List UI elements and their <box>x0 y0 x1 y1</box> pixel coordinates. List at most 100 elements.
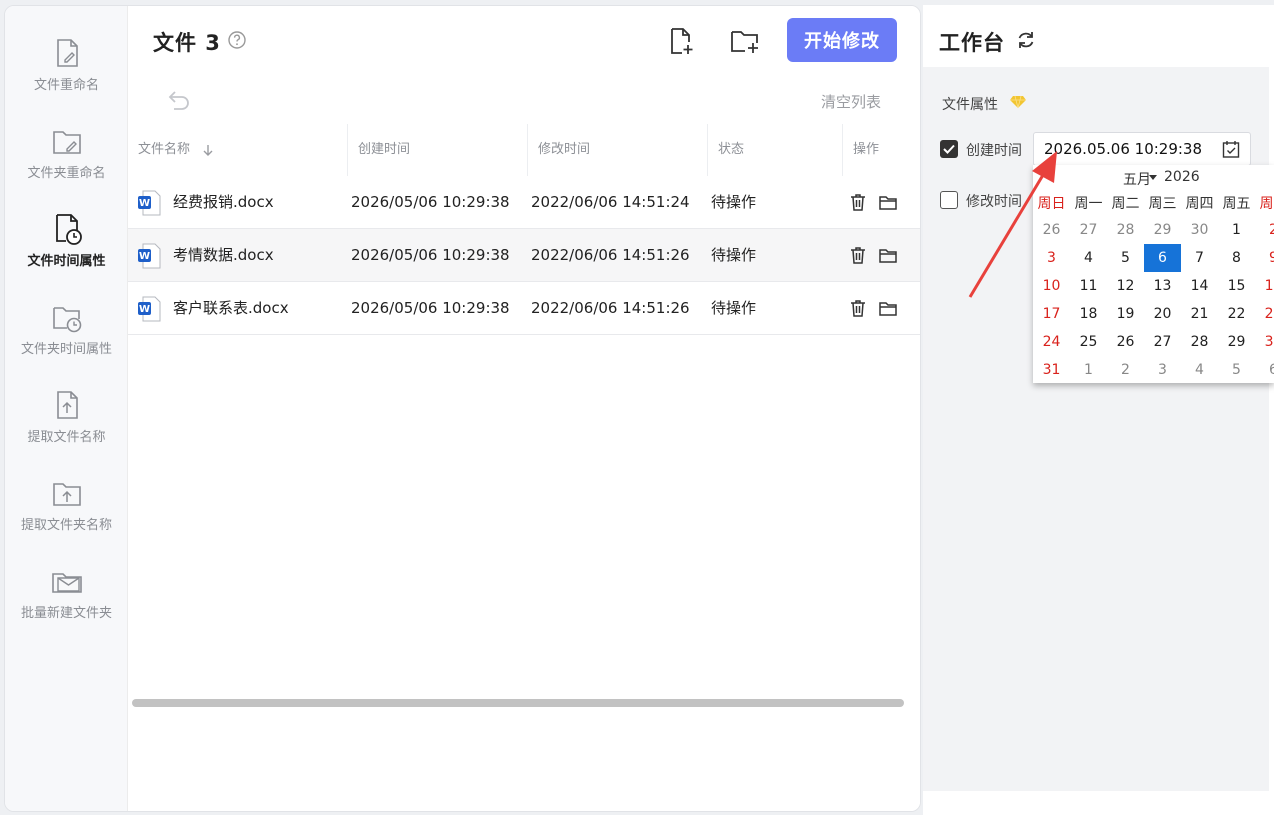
help-icon[interactable] <box>227 30 247 50</box>
horizontal-scrollbar[interactable] <box>132 699 904 707</box>
column-header-name[interactable]: 文件名称 <box>128 124 213 176</box>
calendar-day[interactable]: 29 <box>1144 216 1181 244</box>
sidebar-item-file-rename[interactable]: 文件重命名 <box>5 36 128 116</box>
sidebar-item-file-time[interactable]: 文件时间属性 <box>5 212 128 292</box>
column-header-modified[interactable]: 修改时间 <box>528 124 590 176</box>
section-title: 文件属性 <box>942 97 998 113</box>
svg-text:W: W <box>139 251 150 262</box>
open-folder-icon[interactable] <box>878 245 898 265</box>
created-time-input[interactable]: 2026.05.06 10:29:38 <box>1033 132 1251 166</box>
calendar-day[interactable]: 25 <box>1070 328 1107 356</box>
date-picker-popup: 五月 2026 周日周一周二周三周四周五周六 26272829301234567… <box>1033 165 1274 383</box>
trash-icon[interactable] <box>848 245 868 265</box>
sort-down-icon[interactable] <box>201 143 215 157</box>
created-time-checkbox[interactable] <box>940 140 958 158</box>
calendar-day[interactable]: 18 <box>1070 300 1107 328</box>
calendar-day[interactable]: 9 <box>1255 244 1274 272</box>
calendar-day[interactable]: 7 <box>1181 244 1218 272</box>
sidebar-item-folder-time[interactable]: 文件夹时间属性 <box>5 300 128 380</box>
sidebar-item-extract-filename[interactable]: 提取文件名称 <box>5 388 128 468</box>
column-header-status[interactable]: 状态 <box>708 124 744 176</box>
calendar-day[interactable]: 20 <box>1144 300 1181 328</box>
calendar-day[interactable]: 28 <box>1107 216 1144 244</box>
calendar-day[interactable]: 27 <box>1144 328 1181 356</box>
svg-text:W: W <box>139 304 150 315</box>
created-time: 2026/05/06 10:29:38 <box>351 299 510 317</box>
calendar-day[interactable]: 29 <box>1218 328 1255 356</box>
calendar-day[interactable]: 17 <box>1033 300 1070 328</box>
calendar-day[interactable]: 30 <box>1181 216 1218 244</box>
sidebar-item-batch-new-folder[interactable]: 批量新建文件夹 <box>5 564 128 644</box>
clear-list-button[interactable]: 清空列表 <box>821 91 881 112</box>
table-row[interactable]: W 客户联系表.docx 2026/05/06 10:29:38 2022/06… <box>128 282 920 335</box>
calendar-day[interactable]: 21 <box>1181 300 1218 328</box>
created-time: 2026/05/06 10:29:38 <box>351 246 510 264</box>
calendar-day[interactable]: 1 <box>1070 356 1107 383</box>
calendar-day[interactable]: 11 <box>1070 272 1107 300</box>
status-text: 待操作 <box>711 299 757 317</box>
modified-time: 2022/06/06 14:51:24 <box>531 193 690 211</box>
calendar-day[interactable]: 16 <box>1255 272 1274 300</box>
column-header-label: 文件名称 <box>138 142 191 157</box>
calendar-day[interactable]: 10 <box>1033 272 1070 300</box>
calendar-weekday: 周二 <box>1111 196 1140 212</box>
calendar-day[interactable]: 15 <box>1218 272 1255 300</box>
calendar-day[interactable]: 3 <box>1033 244 1070 272</box>
calendar-day[interactable]: 6 <box>1144 244 1181 272</box>
modified-time: 2022/06/06 14:51:26 <box>531 246 690 264</box>
start-modify-button[interactable]: 开始修改 <box>787 18 897 62</box>
page-title: 文件 3 <box>153 31 221 55</box>
calendar-day[interactable]: 4 <box>1181 356 1218 383</box>
status-text: 待操作 <box>711 193 757 211</box>
file-clock-icon <box>55 214 82 245</box>
main-content: 文件 3 开始修改 清空列表 文件名称 创建时间 修改时间 状态 操作 W 经费… <box>128 6 920 811</box>
add-folder-icon[interactable] <box>730 26 760 56</box>
folder-edit-icon <box>52 131 81 154</box>
calendar-day[interactable]: 22 <box>1218 300 1255 328</box>
calendar-day[interactable]: 26 <box>1033 216 1070 244</box>
calendar-weekday: 周一 <box>1074 196 1103 212</box>
calendar-day[interactable]: 26 <box>1107 328 1144 356</box>
calendar-day[interactable]: 31 <box>1033 356 1070 383</box>
calendar-weekday: 周六 <box>1259 196 1274 212</box>
trash-icon[interactable] <box>848 298 868 318</box>
calendar-weekday: 周四 <box>1185 196 1214 212</box>
calendar-day[interactable]: 30 <box>1255 328 1274 356</box>
undo-icon[interactable] <box>166 89 192 111</box>
calendar-day[interactable]: 1 <box>1218 216 1255 244</box>
sidebar-item-folder-rename[interactable]: 文件夹重命名 <box>5 124 128 204</box>
calendar-day[interactable]: 14 <box>1181 272 1218 300</box>
calendar-day[interactable]: 13 <box>1144 272 1181 300</box>
add-file-icon[interactable] <box>666 26 696 56</box>
calendar-day[interactable]: 23 <box>1255 300 1274 328</box>
trash-icon[interactable] <box>848 192 868 212</box>
refresh-icon[interactable] <box>1015 29 1037 51</box>
calendar-day[interactable]: 24 <box>1033 328 1070 356</box>
calendar-day[interactable]: 3 <box>1144 356 1181 383</box>
table-header: 文件名称 创建时间 修改时间 状态 操作 <box>128 124 920 176</box>
calendar-day[interactable]: 28 <box>1181 328 1218 356</box>
modified-time-checkbox[interactable] <box>940 191 958 209</box>
workbench-panel: 工作台 文件属性 创建时间 2026.05.06 10:29:38 修改时间 <box>923 5 1274 815</box>
calendar-month-select[interactable]: 五月 <box>1123 169 1151 189</box>
calendar-day[interactable]: 8 <box>1218 244 1255 272</box>
folder-upload-icon <box>52 483 81 506</box>
calendar-day[interactable]: 5 <box>1218 356 1255 383</box>
calendar-icon[interactable] <box>1221 139 1241 159</box>
calendar-day[interactable]: 5 <box>1107 244 1144 272</box>
calendar-day[interactable]: 4 <box>1070 244 1107 272</box>
sidebar-item-extract-foldername[interactable]: 提取文件夹名称 <box>5 476 128 556</box>
chevron-down-icon[interactable] <box>1149 175 1157 180</box>
open-folder-icon[interactable] <box>878 192 898 212</box>
open-folder-icon[interactable] <box>878 298 898 318</box>
calendar-day[interactable]: 19 <box>1107 300 1144 328</box>
calendar-day[interactable]: 27 <box>1070 216 1107 244</box>
table-row[interactable]: W 考情数据.docx 2026/05/06 10:29:38 2022/06/… <box>128 229 920 282</box>
column-header-created[interactable]: 创建时间 <box>348 124 410 176</box>
table-row[interactable]: W 经费报销.docx 2026/05/06 10:29:38 2022/06/… <box>128 176 920 229</box>
calendar-day[interactable]: 2 <box>1107 356 1144 383</box>
calendar-day[interactable]: 6 <box>1255 356 1274 383</box>
calendar-day[interactable]: 12 <box>1107 272 1144 300</box>
calendar-year[interactable]: 2026 <box>1164 169 1200 185</box>
calendar-day[interactable]: 2 <box>1255 216 1274 244</box>
